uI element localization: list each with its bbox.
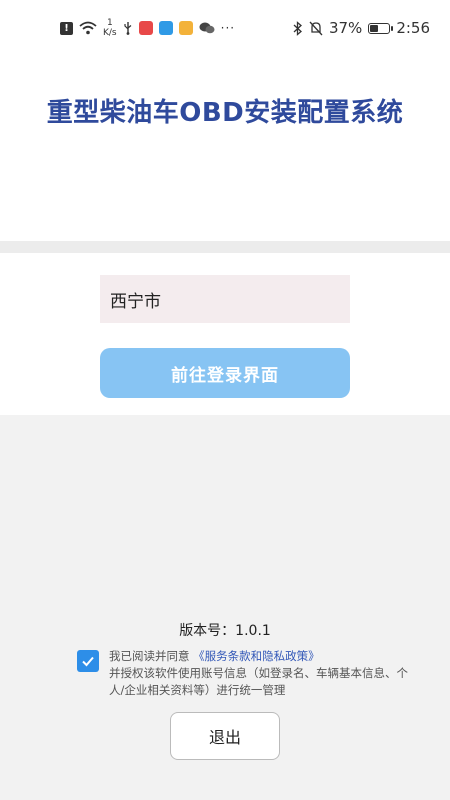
network-speed-unit: K/s [103, 28, 117, 38]
weibo-icon [178, 21, 193, 35]
agreement-body: 并授权该软件使用账号信息（如登录名、车辆基本信息、个人/企业相关资料等）进行统一… [109, 666, 408, 697]
go-to-login-button[interactable]: 前往登录界面 [100, 348, 350, 398]
agreement-prefix: 我已阅读并同意 [109, 649, 190, 663]
header [0, 56, 450, 241]
wechat-icon [199, 22, 215, 34]
status-bar: ! 1 K/s ··· 37% 2:56 [0, 0, 450, 56]
network-speed-value: 1 [106, 18, 113, 28]
divider-band [0, 241, 450, 253]
red-app-icon [138, 21, 153, 35]
battery-level-fill [370, 24, 378, 32]
status-right: 37% 2:56 [293, 14, 430, 42]
mute-bell-icon [309, 21, 323, 35]
battery-icon [368, 22, 394, 34]
search-app-icon [158, 21, 173, 35]
usb-icon [124, 22, 132, 35]
clock: 2:56 [396, 19, 430, 37]
bluetooth-icon [293, 20, 302, 36]
city-field-value: 西宁市 [110, 291, 161, 312]
status-left: ! 1 K/s ··· [60, 14, 235, 42]
version-label: 版本号：1.0.1 [179, 623, 271, 639]
wifi-icon [79, 21, 97, 35]
checkmark-icon [82, 656, 94, 667]
alert-icon: ! [60, 21, 73, 35]
agreement-checkbox[interactable] [77, 650, 99, 672]
form-panel: 西宁市 前往登录界面 [0, 253, 450, 415]
agreement-text: 我已阅读并同意 《服务条款和隐私政策》 并授权该软件使用账号信息（如登录名、车辆… [109, 648, 409, 699]
exit-button[interactable]: 退出 [170, 712, 280, 760]
policy-link[interactable]: 《服务条款和隐私政策》 [193, 649, 320, 663]
network-speed: 1 K/s [103, 18, 117, 38]
city-field[interactable]: 西宁市 [100, 275, 350, 323]
page-title: 重型柴油车OBD安装配置系统 [46, 98, 404, 128]
battery-percent: 37% [328, 19, 363, 37]
more-indicator: ··· [220, 21, 236, 35]
